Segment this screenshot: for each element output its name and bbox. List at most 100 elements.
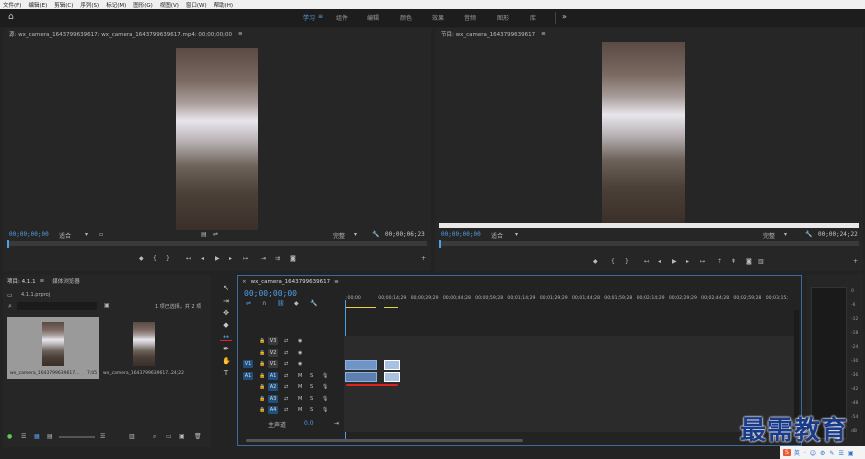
tray-icon[interactable]: ☺ xyxy=(810,450,816,457)
lock-icon[interactable]: 🔒 xyxy=(259,373,265,379)
track-target-a3[interactable]: A3 xyxy=(268,394,278,403)
close-icon[interactable]: × xyxy=(242,279,247,285)
search-icon[interactable]: ⌕ xyxy=(8,302,12,311)
tray-icon[interactable]: ✎ xyxy=(829,450,834,457)
media-item[interactable]: wx_camera_1643799639617... 7;05 xyxy=(7,317,99,379)
out-point-icon[interactable]: } xyxy=(166,255,170,262)
work-area-bar[interactable] xyxy=(384,307,398,308)
tab-workspace[interactable]: 库 xyxy=(530,13,536,22)
ripple-edit-icon[interactable]: ✥ xyxy=(222,309,230,317)
tray-icon[interactable]: 英 xyxy=(794,450,800,457)
out-point-icon[interactable]: } xyxy=(625,258,629,265)
workspace-more-button[interactable]: » xyxy=(562,12,567,21)
tab-workspace[interactable]: 音频 xyxy=(464,13,476,22)
source-quality-select[interactable]: 完整 xyxy=(333,231,345,240)
lock-icon[interactable]: 🔒 xyxy=(259,338,265,344)
menu-item[interactable]: 剪辑(C) xyxy=(54,1,73,9)
sync-lock-icon[interactable]: ⇄ xyxy=(284,373,288,379)
menu-item[interactable]: 文件(F) xyxy=(3,1,21,9)
snap-icon[interactable]: ∩ xyxy=(262,300,266,307)
eye-icon[interactable]: ◉ xyxy=(298,350,302,356)
timeline-timecode[interactable]: 00;00;00;00 xyxy=(244,289,297,298)
chevron-down-icon[interactable]: ▾ xyxy=(354,231,357,238)
mute-button[interactable]: M xyxy=(298,373,302,379)
sync-lock-icon[interactable]: ⇄ xyxy=(284,407,288,413)
tab-workspace[interactable]: 效果 xyxy=(432,13,444,22)
home-icon[interactable]: ⌂ xyxy=(8,12,14,22)
go-to-out-icon[interactable]: ↦ xyxy=(700,258,705,265)
source-scrub-bar[interactable] xyxy=(7,241,427,246)
panel-menu-icon[interactable]: ≡ xyxy=(334,279,339,285)
tray-icon[interactable]: ⚙ xyxy=(820,450,825,457)
play-icon[interactable]: ▶ xyxy=(215,255,220,262)
pen-tool-icon[interactable]: ✒ xyxy=(222,345,230,353)
video-clip[interactable] xyxy=(345,360,377,370)
step-back-icon[interactable]: ◂ xyxy=(658,258,661,265)
tray-icon[interactable]: · xyxy=(804,450,806,457)
type-tool-icon[interactable]: T xyxy=(222,369,230,377)
track-source-patch[interactable]: A1 xyxy=(243,371,253,380)
menu-item[interactable]: 图形(G) xyxy=(133,1,153,9)
eye-icon[interactable]: ◉ xyxy=(298,361,302,367)
audio-wave-icon[interactable]: ⇌ xyxy=(213,231,218,238)
lock-icon[interactable]: 🔒 xyxy=(259,407,265,413)
track-select-icon[interactable]: ⇥ xyxy=(222,297,230,305)
lock-icon[interactable]: 🔒 xyxy=(259,361,265,367)
automate-icon[interactable]: ▥ xyxy=(129,433,135,440)
menu-item[interactable]: 编辑(E) xyxy=(28,1,47,9)
clip-icon[interactable]: ▤ xyxy=(201,231,207,238)
mute-button[interactable]: M xyxy=(298,407,302,413)
extract-icon[interactable]: ⇞ xyxy=(731,258,736,265)
lift-icon[interactable]: ⇡ xyxy=(717,258,722,265)
track-target-v1[interactable]: V1 xyxy=(268,360,278,368)
search-input[interactable] xyxy=(17,302,97,310)
compare-icon[interactable]: ▥ xyxy=(758,258,764,265)
chevron-down-icon[interactable]: ▾ xyxy=(515,231,518,238)
in-point-icon[interactable]: { xyxy=(611,258,615,265)
sync-lock-icon[interactable]: ⇄ xyxy=(284,384,288,390)
solo-button[interactable]: S xyxy=(310,396,313,402)
marker-icon[interactable]: ◆ xyxy=(593,258,598,265)
track-target-v2[interactable]: V2 xyxy=(268,348,278,357)
wrench-icon[interactable]: 🔧 xyxy=(372,231,379,238)
microphone-icon[interactable]: 🎙 xyxy=(322,396,328,402)
program-monitor-title[interactable]: 节目: wx_camera_1643799639617 xyxy=(441,30,535,38)
trash-icon[interactable]: 🗑 xyxy=(194,433,202,440)
new-bin-icon[interactable]: ▭ xyxy=(166,433,172,440)
step-forward-icon[interactable]: ▸ xyxy=(686,258,689,265)
eye-icon[interactable]: ◉ xyxy=(298,338,302,344)
lock-icon[interactable]: ● xyxy=(7,433,12,440)
microphone-icon[interactable]: 🎙 xyxy=(322,407,328,413)
sort-icon[interactable]: ☰ xyxy=(100,433,105,440)
settings-small-icon[interactable]: ▫ xyxy=(99,231,103,238)
microphone-icon[interactable]: 🎙 xyxy=(322,384,328,390)
media-item[interactable]: wx_camera_1643799639617... 24;22 xyxy=(103,317,187,379)
program-playhead[interactable] xyxy=(439,240,441,248)
source-fit-select[interactable]: 适合 xyxy=(59,231,71,240)
in-point-icon[interactable]: { xyxy=(153,255,157,262)
tab-workspace[interactable]: 编辑 xyxy=(367,13,379,22)
camera-icon[interactable]: ◙ xyxy=(746,258,752,265)
track-source-patch[interactable]: V1 xyxy=(243,360,253,368)
tray-icon[interactable]: ☰ xyxy=(838,450,843,457)
horizontal-scroll[interactable] xyxy=(246,439,523,442)
sync-lock-icon[interactable]: ⇄ xyxy=(284,361,288,367)
step-back-icon[interactable]: ◂ xyxy=(201,255,204,262)
tab-workspace[interactable]: 学习 xyxy=(303,13,315,22)
tab-workspace[interactable]: 颜色 xyxy=(400,13,412,22)
source-timecode[interactable]: 00;00;00;00 xyxy=(9,231,49,238)
icon-view-icon[interactable]: ▦ xyxy=(34,433,40,440)
new-item-icon[interactable]: ▣ xyxy=(179,433,185,440)
tab-media-browser[interactable]: 媒体浏览器 xyxy=(52,277,80,285)
mute-button[interactable]: M xyxy=(298,384,302,390)
selection-tool-icon[interactable]: ↖ xyxy=(222,284,230,292)
go-to-in-icon[interactable]: ↤ xyxy=(186,255,191,262)
video-clip-selected[interactable] xyxy=(384,360,400,370)
track-target-a2[interactable]: A2 xyxy=(268,383,278,391)
chevron-down-icon[interactable]: ▾ xyxy=(784,231,787,238)
tray-icon[interactable]: ▣ xyxy=(848,450,854,457)
program-timecode[interactable]: 00;00;00;00 xyxy=(441,231,481,238)
master-volume[interactable]: 0.0 xyxy=(304,420,314,427)
add-button-icon[interactable]: + xyxy=(853,258,858,265)
program-fit-select[interactable]: 适合 xyxy=(491,231,503,240)
